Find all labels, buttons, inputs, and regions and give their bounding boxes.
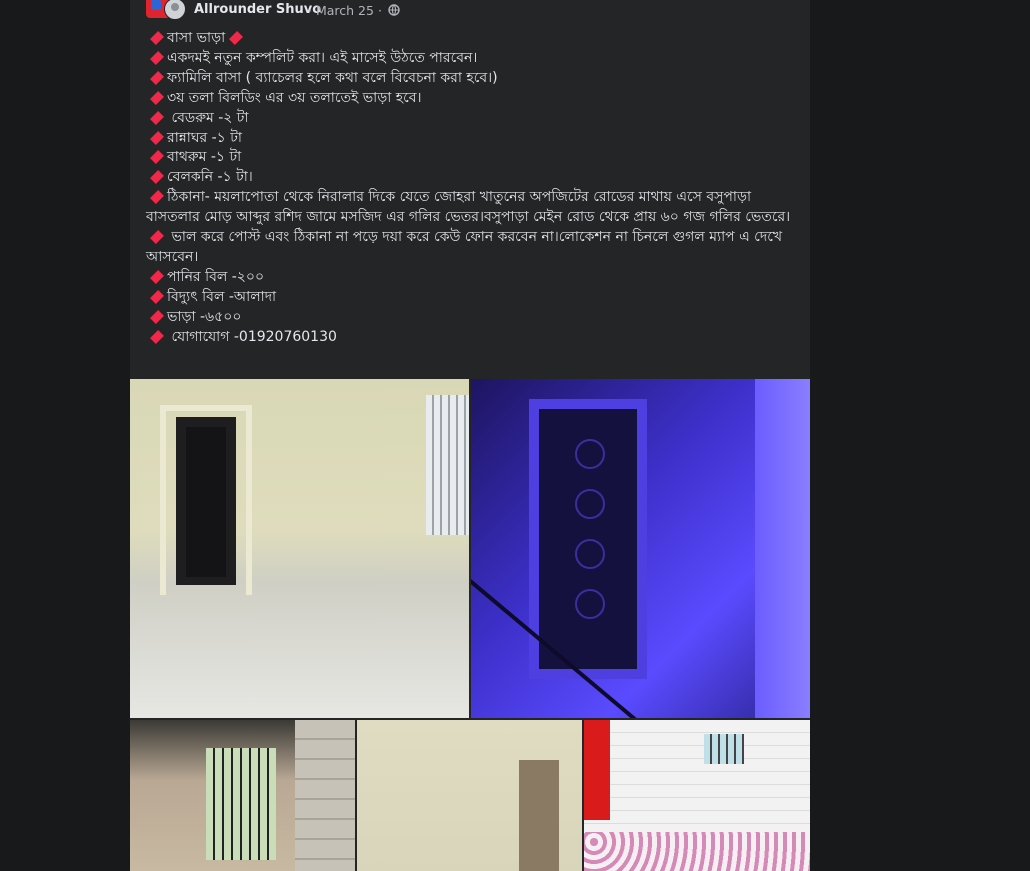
text-line-content: ৩য় তলা বিলডিং এর ৩য় তলাতেই ভাড়া হবে। <box>167 89 422 106</box>
text-line-content: বিদ্যুৎ বিল -আলাদা <box>167 288 277 305</box>
empty-room-photo[interactable] <box>357 720 582 871</box>
text-line-content: যোগাযোগ -01920760130 <box>167 328 337 345</box>
post-card: Allrounder Shuvo · March 25 · ··· বাসা ভ… <box>130 0 810 871</box>
text-line-content: ভাড়া -৬৫০০ <box>167 308 242 325</box>
red-diamond-icon <box>150 50 164 65</box>
text-line: ঠিকানা- ময়লাপোতা থেকে নিরালার দিকে যেতে… <box>146 188 796 228</box>
meta-separator: · <box>377 3 382 18</box>
text-line: ফ্যামিলি বাসা ( ব্যাচেলর হলে কথা বলে বিব… <box>146 69 796 89</box>
text-line: ৩য় তলা বিলডিং এর ৩য় তলাতেই ভাড়া হবে। <box>146 89 796 109</box>
text-line-content: ঠিকানা- ময়লাপোতা থেকে নিরালার দিকে যেতে… <box>146 189 791 226</box>
post-date[interactable]: March 25 <box>316 3 374 18</box>
text-line: বেডরুম -২ টা <box>146 109 796 129</box>
red-diamond-icon <box>150 309 164 324</box>
text-line-content: বাসা ভাড়া <box>167 30 226 46</box>
text-line-content: ফ্যামিলি বাসা ( ব্যাচেলর হলে কথা বলে বিব… <box>167 69 498 86</box>
text-line-content: একদমই নতুন কম্পলিট করা। এই মাসেই উঠতে পা… <box>167 49 478 66</box>
red-diamond-icon <box>150 110 164 125</box>
text-line: একদমই নতুন কম্পলিট করা। এই মাসেই উঠতে পা… <box>146 49 796 69</box>
text-line: পানির বিল -২০০ <box>146 268 796 288</box>
text-line: যোগাযোগ -01920760130 <box>146 328 796 348</box>
globe-icon[interactable] <box>388 4 400 19</box>
more-options-icon[interactable]: ··· <box>778 0 794 6</box>
text-line: ভাড়া -৬৫০০ <box>146 308 796 328</box>
red-diamond-icon <box>150 269 164 284</box>
text-line-content: বাথরুম -১ টা <box>167 149 242 166</box>
red-diamond-icon <box>150 230 164 245</box>
text-line: ভাল করে পোস্ট এবং ঠিকানা না পড়ে দয়া কর… <box>146 228 796 268</box>
red-diamond-icon <box>150 90 164 105</box>
author-avatar[interactable] <box>146 0 186 20</box>
red-diamond-icon <box>150 170 164 185</box>
meta-separator: · <box>308 3 312 18</box>
red-diamond-icon <box>150 329 164 344</box>
text-line-content: বেডরুম -২ টা <box>167 109 249 126</box>
red-diamond-icon <box>150 130 164 145</box>
post-text: বাসা ভাড়া একদমই নতুন কম্পলিট করা। এই মা… <box>146 29 796 348</box>
text-line-content: বেলকনি -১ টা। <box>167 169 253 186</box>
blue-lit-door-photo[interactable] <box>471 379 810 718</box>
text-line: বাথরুম -১ টা <box>146 148 796 168</box>
kitchen-window-photo[interactable] <box>130 720 355 871</box>
red-diamond-icon <box>150 70 164 85</box>
red-diamond-icon <box>150 289 164 304</box>
text-line-content: রান্নাঘর -১ টা <box>167 129 242 146</box>
text-line: বিদ্যুৎ বিল -আলাদা <box>146 288 796 308</box>
text-line: বেলকনি -১ টা। <box>146 168 796 188</box>
red-diamond-icon <box>150 190 164 205</box>
text-line-content: পানির বিল -২০০ <box>167 268 265 285</box>
text-line: রান্নাঘর -১ টা <box>146 129 796 149</box>
text-line-content: ভাল করে পোস্ট এবং ঠিকানা না পড়ে দয়া কর… <box>146 229 783 265</box>
red-diamond-icon <box>150 150 164 165</box>
room-with-door-photo[interactable] <box>130 379 469 718</box>
photo-grid <box>130 379 810 871</box>
post-header: Allrounder Shuvo · March 25 · ··· <box>146 0 796 20</box>
text-line: বাসা ভাড়া <box>146 29 796 49</box>
post-meta: · March 25 · <box>308 3 400 19</box>
bathroom-tiles-photo[interactable] <box>584 720 810 871</box>
red-diamond-icon <box>150 31 164 45</box>
author-name[interactable]: Allrounder Shuvo <box>194 2 321 17</box>
red-diamond-icon <box>229 31 244 45</box>
profile-avatar <box>164 0 186 20</box>
